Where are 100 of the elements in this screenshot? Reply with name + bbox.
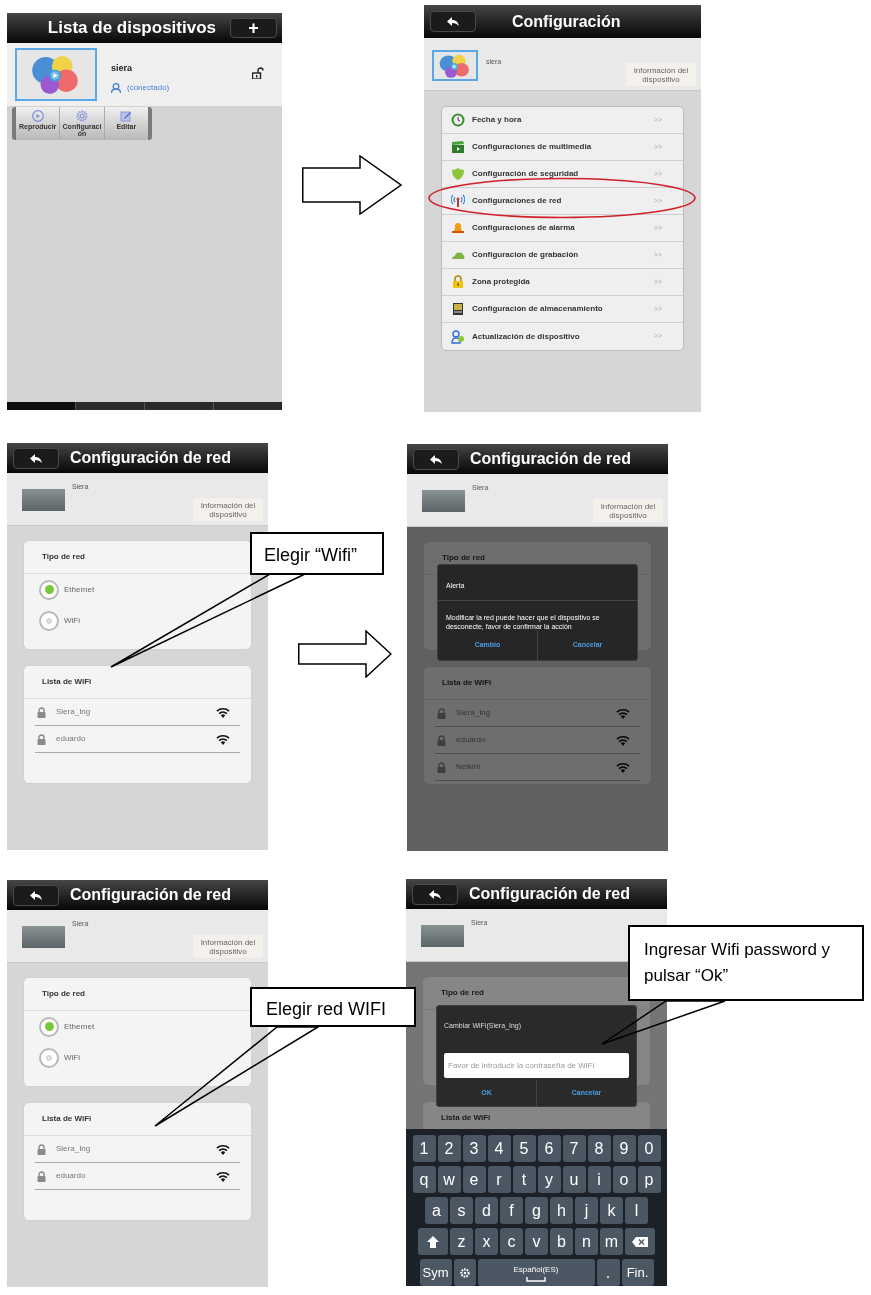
keyboard-key[interactable]: q	[412, 1166, 436, 1193]
keyboard-key[interactable]: h	[550, 1197, 573, 1224]
padlock-icon	[451, 275, 465, 289]
keyboard-key[interactable]: p	[637, 1166, 661, 1193]
backspace-key[interactable]	[625, 1228, 655, 1255]
space-bar-icon	[526, 1276, 546, 1282]
settings-item-label: Configuraciones de alarma	[472, 222, 575, 234]
padlock-icon	[37, 1143, 46, 1155]
password-field[interactable]: Favor de introducir la contraseña de WiFi	[444, 1053, 629, 1078]
device-name: siera	[111, 62, 134, 75]
users-icon	[451, 329, 465, 344]
keyboard-key[interactable]: e	[462, 1166, 486, 1193]
keyboard-key[interactable]: w	[437, 1166, 461, 1193]
keyboard-key[interactable]: x	[475, 1228, 498, 1255]
screen-title: Lista de dispositivos	[47, 17, 216, 40]
keyboard-key[interactable]: j	[575, 1197, 598, 1224]
device-info-button[interactable]: Información del dispositivo	[593, 499, 663, 522]
clapperboard-icon	[451, 140, 465, 154]
keyboard-key[interactable]: l	[625, 1197, 648, 1224]
keyboard-key[interactable]: 2	[437, 1135, 461, 1162]
keyboard-key[interactable]: a	[425, 1197, 448, 1224]
wifi-network-item[interactable]: Siera_Ing	[35, 699, 240, 726]
keyboard-key[interactable]: v	[525, 1228, 548, 1255]
section-title: Tipo de red	[441, 987, 484, 999]
device-info-button[interactable]: Información del dispositivo	[626, 63, 696, 86]
back-button[interactable]	[13, 447, 59, 469]
screen-title: Configuración	[512, 11, 621, 32]
keyboard-key[interactable]: 9	[612, 1135, 636, 1162]
settings-item-label: Fecha y hora	[472, 114, 522, 126]
keyboard-key[interactable]: 1	[412, 1135, 436, 1162]
keyboard-key[interactable]: u	[562, 1166, 586, 1193]
keyboard-key[interactable]: i	[587, 1166, 611, 1193]
settings-item-label: Configuración de almacenamiento	[472, 303, 603, 315]
callout-text: Ingresar Wifi password y pulsar “Ok”	[628, 925, 864, 1001]
back-arrow-icon	[430, 454, 442, 464]
radio-button[interactable]	[39, 1016, 59, 1037]
radio-button[interactable]	[39, 610, 59, 631]
section-title: Tipo de red	[42, 988, 85, 1000]
radio-button[interactable]	[39, 1047, 59, 1068]
device-thumbnail[interactable]	[432, 50, 478, 81]
settings-key[interactable]	[453, 1259, 476, 1286]
callout-text: Elegir red WIFI	[250, 987, 416, 1027]
settings-item-label: Configuraciones de multimedia	[472, 141, 592, 153]
back-arrow-icon	[30, 453, 42, 463]
back-arrow-icon	[30, 890, 42, 900]
space-key[interactable]: Español(ES)	[477, 1259, 595, 1286]
device-info-button[interactable]: Información del dispositivo	[193, 935, 263, 958]
keyboard-key[interactable]: 8	[587, 1135, 611, 1162]
padlock-icon	[437, 707, 446, 719]
add-button[interactable]: +	[230, 18, 277, 38]
back-button[interactable]	[413, 448, 459, 470]
screen-title: Configuración de red	[70, 885, 231, 905]
keyboard-key[interactable]: 0	[637, 1135, 661, 1162]
play-icon	[31, 110, 44, 122]
keyboard-key[interactable]: t	[512, 1166, 536, 1193]
wifi-network-name: eduardo	[56, 733, 86, 745]
keyboard-key[interactable]: g	[525, 1197, 548, 1224]
keyboard-key[interactable]: z	[450, 1228, 473, 1255]
keyboard-key[interactable]: .	[596, 1259, 620, 1286]
wifi-network-item[interactable]: Siera_Ing	[35, 1136, 240, 1163]
keyboard-key[interactable]: Sym	[419, 1259, 452, 1286]
keyboard-key[interactable]: b	[550, 1228, 573, 1255]
keyboard-key[interactable]: m	[600, 1228, 623, 1255]
keyboard-key[interactable]: 3	[462, 1135, 486, 1162]
keyboard-key[interactable]: r	[487, 1166, 511, 1193]
settings-item-label: Zona protegida	[472, 276, 530, 288]
back-button[interactable]	[430, 11, 476, 32]
keyboard-key[interactable]: c	[500, 1228, 523, 1255]
keyboard-key[interactable]: 5	[512, 1135, 536, 1162]
user-icon	[111, 82, 121, 93]
radio-button[interactable]	[39, 579, 59, 600]
keyboard-key[interactable]: y	[537, 1166, 561, 1193]
wifi-network-item[interactable]: eduardo	[35, 726, 240, 753]
keyboard-key[interactable]: 4	[487, 1135, 511, 1162]
keyboard-key[interactable]: 7	[562, 1135, 586, 1162]
keyboard-key[interactable]: s	[450, 1197, 473, 1224]
keyboard-key[interactable]: Fin.	[621, 1259, 654, 1286]
back-button[interactable]	[13, 884, 59, 906]
clock-icon	[451, 113, 465, 127]
keyboard-key[interactable]: n	[575, 1228, 598, 1255]
unlocked-padlock-icon	[252, 67, 264, 79]
device-info-button[interactable]: Información del dispositivo	[193, 498, 263, 521]
keyboard-key[interactable]: d	[475, 1197, 498, 1224]
shift-key[interactable]	[418, 1228, 448, 1255]
device-thumbnail[interactable]	[15, 48, 97, 101]
section-title: Lista de WiFi	[442, 677, 492, 689]
section-title: Lista de WiFi	[42, 1113, 92, 1125]
keyboard-key[interactable]: f	[500, 1197, 523, 1224]
padlock-icon	[37, 706, 46, 718]
keyboard-key[interactable]: o	[612, 1166, 636, 1193]
section-title: Tipo de red	[42, 551, 85, 563]
back-button[interactable]	[412, 883, 458, 905]
settings-item-label: Configuracion de grabación	[472, 249, 579, 261]
settings-icon	[459, 1267, 470, 1278]
wifi-network-item[interactable]: eduardo	[35, 1163, 240, 1190]
keyboard-key[interactable]: 6	[537, 1135, 561, 1162]
callout-text: Elegir “Wifi”	[250, 532, 384, 575]
keyboard-key[interactable]: k	[600, 1197, 623, 1224]
radio-label: Ethernet	[64, 1020, 95, 1033]
storage-icon	[451, 302, 465, 316]
